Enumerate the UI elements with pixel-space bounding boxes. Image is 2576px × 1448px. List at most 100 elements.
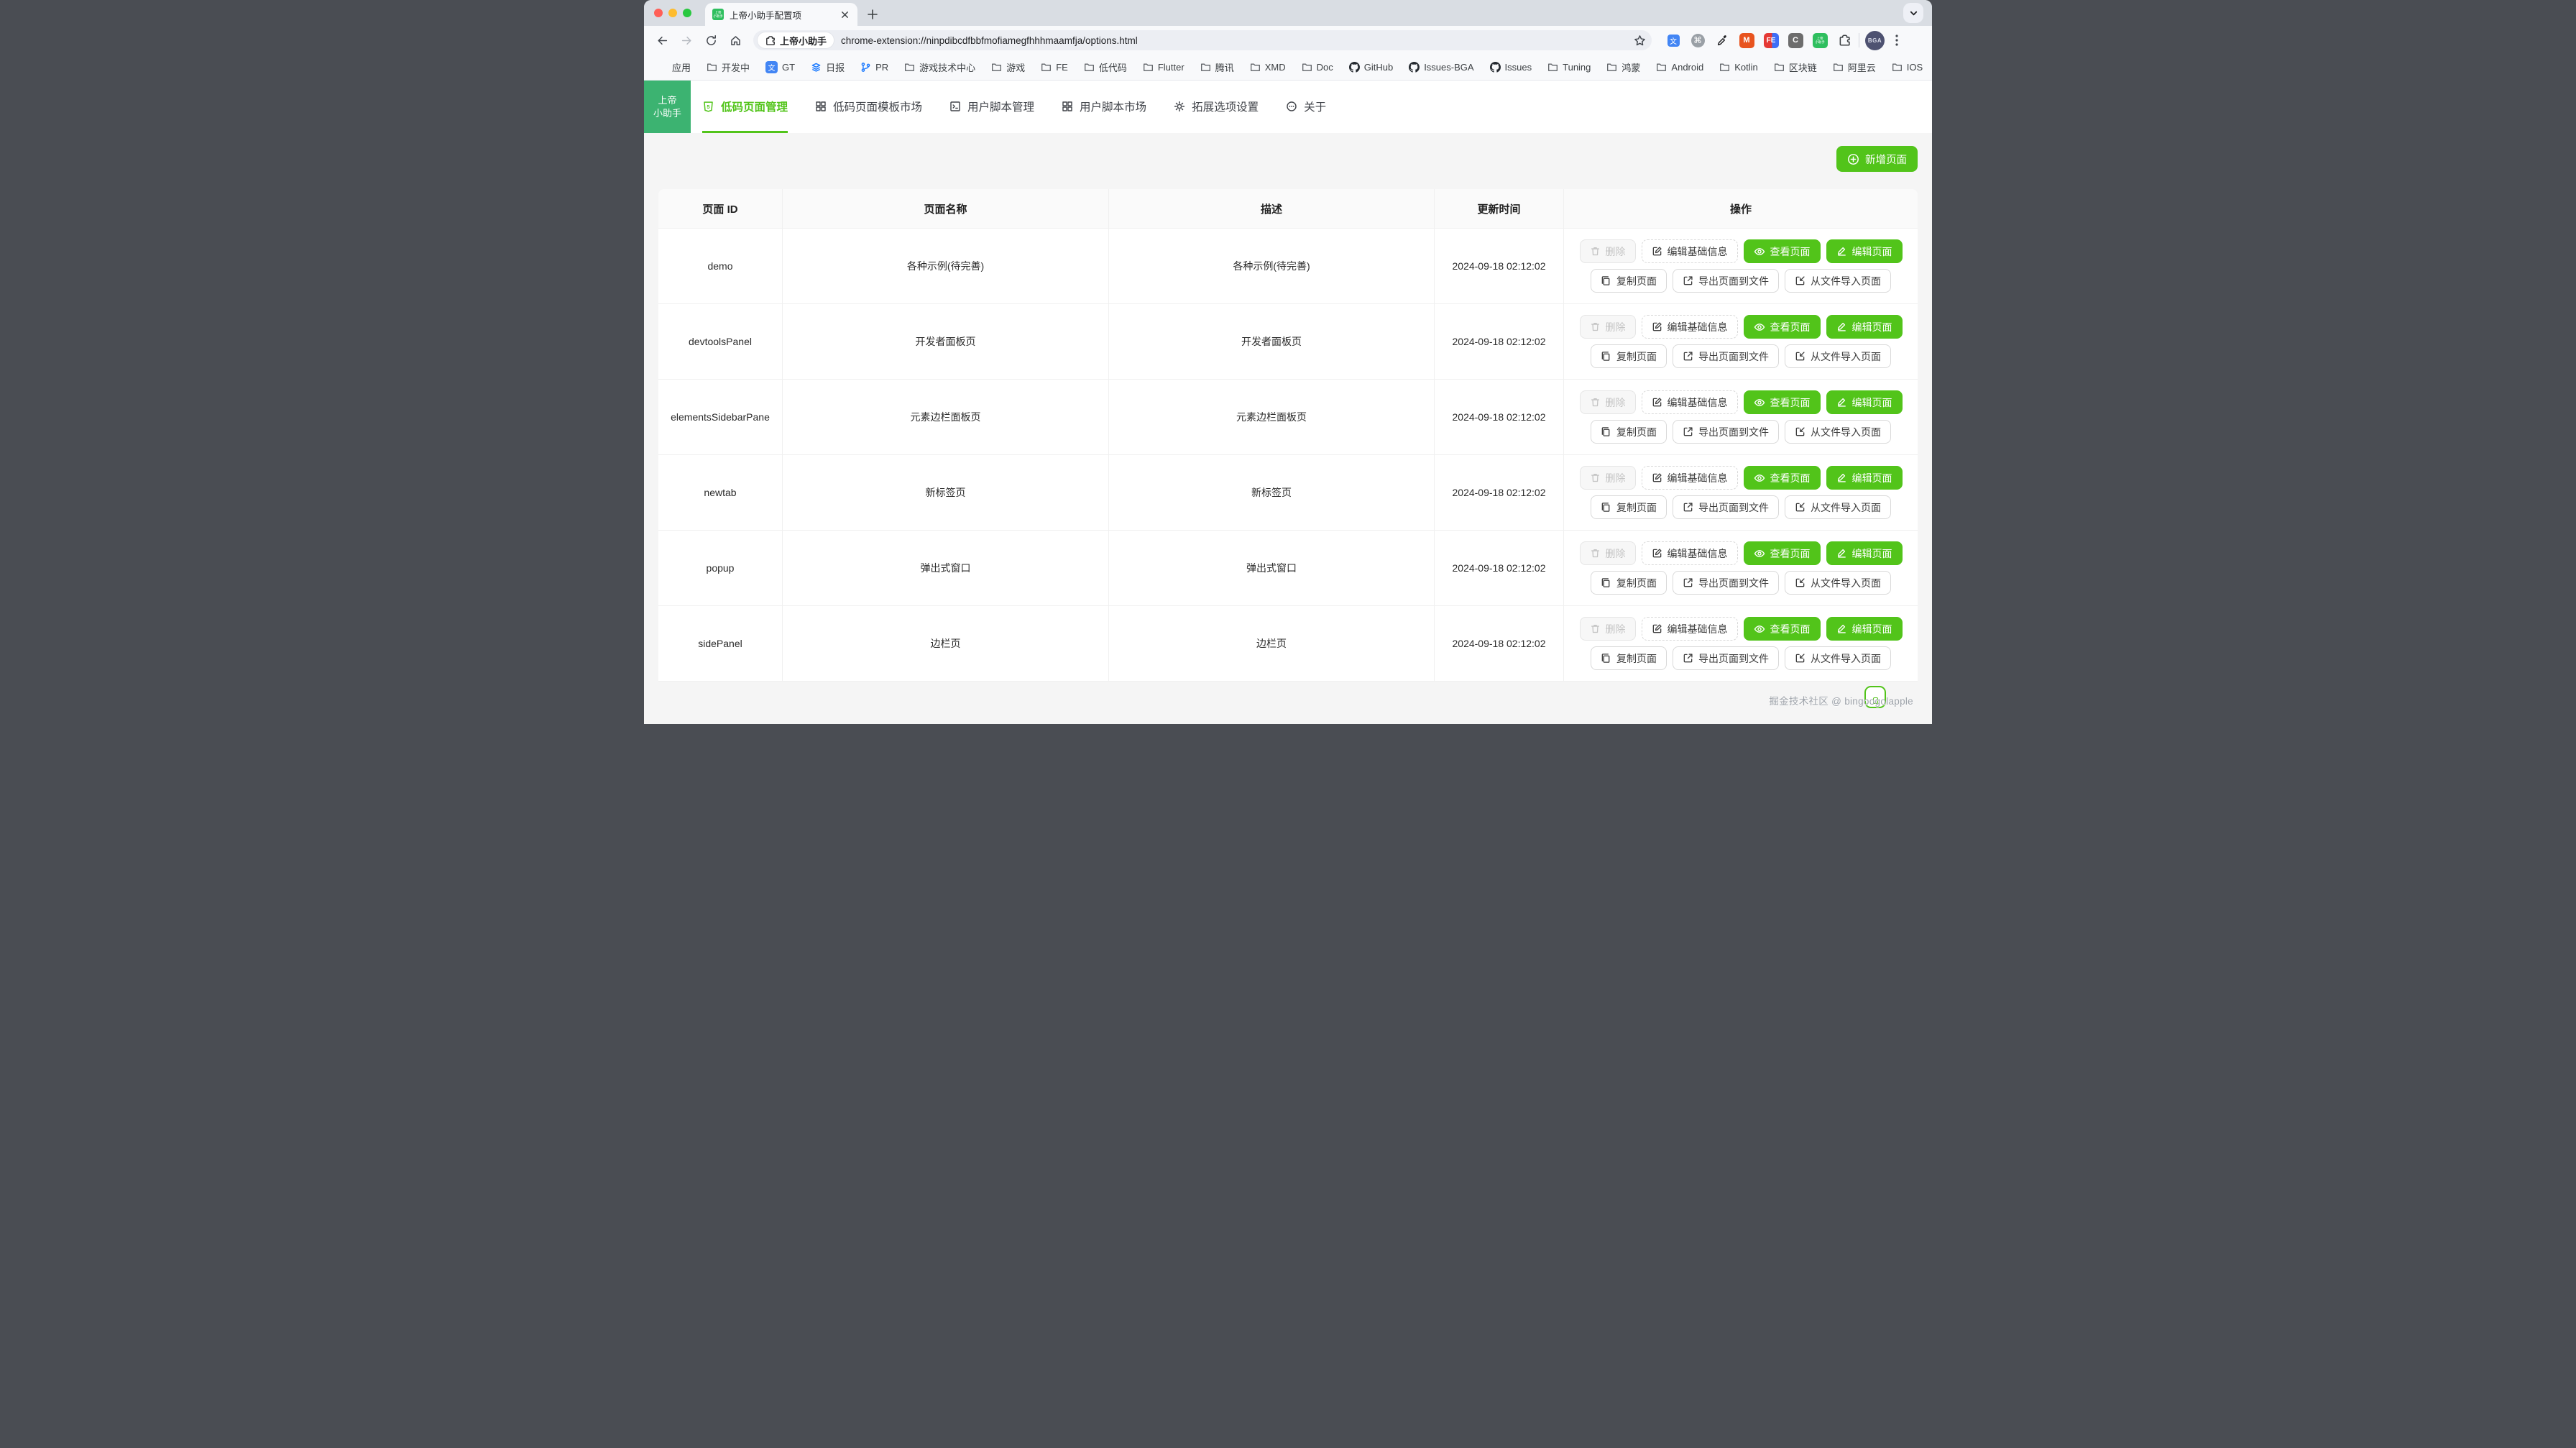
eyedropper-icon[interactable] (1714, 32, 1731, 49)
bookmark-item-游戏技术中心[interactable]: 游戏技术中心 (898, 58, 982, 77)
bookmark-item-腾讯[interactable]: 腾讯 (1194, 58, 1241, 77)
copy-page-button[interactable]: 复制页面 (1591, 420, 1667, 444)
bookmark-item-应用[interactable]: 应用 (653, 58, 697, 77)
bookmark-item-Tuning[interactable]: Tuning (1541, 59, 1597, 75)
edit-basic-info-button[interactable]: 编辑基础信息 (1642, 617, 1738, 641)
tab-拓展选项设置[interactable]: 拓展选项设置 (1174, 81, 1259, 133)
bookmark-item-鸿蒙[interactable]: 鸿蒙 (1600, 58, 1647, 77)
export-page-button[interactable]: 导出页面到文件 (1673, 420, 1779, 444)
import-page-button[interactable]: 从文件导入页面 (1785, 646, 1891, 670)
edit-page-button[interactable]: 编辑页面 (1826, 239, 1903, 263)
view-page-button[interactable]: 查看页面 (1744, 390, 1821, 414)
tab-用户脚本市场[interactable]: 用户脚本市场 (1062, 81, 1146, 133)
bookmark-item-Doc[interactable]: Doc (1295, 59, 1340, 75)
bookmark-item-Issues[interactable]: Issues (1484, 59, 1539, 75)
zoom-window-button[interactable] (683, 9, 691, 17)
view-page-button[interactable]: 查看页面 (1744, 239, 1821, 263)
address-bar[interactable]: 上帝小助手 chrome-extension://ninpdibcdfbbfmo… (753, 30, 1652, 50)
delete-button[interactable]: 删除 (1580, 239, 1636, 263)
bookmark-item-游戏[interactable]: 游戏 (985, 58, 1031, 77)
bookmark-item-Issues-BGA[interactable]: Issues-BGA (1402, 59, 1480, 75)
bookmark-item-GitHub[interactable]: GitHub (1343, 59, 1399, 75)
bookmark-item-开发中[interactable]: 开发中 (700, 58, 756, 77)
import-page-button[interactable]: 从文件导入页面 (1785, 269, 1891, 293)
bookmark-item-Kotlin[interactable]: Kotlin (1713, 59, 1765, 75)
edit-page-button[interactable]: 编辑页面 (1826, 541, 1903, 565)
export-page-button[interactable]: 导出页面到文件 (1673, 646, 1779, 670)
add-page-button[interactable]: 新增页面 (1836, 146, 1918, 172)
delete-button[interactable]: 删除 (1580, 541, 1636, 565)
import-page-button[interactable]: 从文件导入页面 (1785, 420, 1891, 444)
bookmark-item-Android[interactable]: Android (1650, 59, 1710, 75)
export-page-button[interactable]: 导出页面到文件 (1673, 495, 1779, 519)
bookmark-star-icon[interactable] (1630, 31, 1649, 50)
new-tab-button[interactable] (863, 5, 882, 24)
edit-basic-info-button[interactable]: 编辑基础信息 (1642, 541, 1738, 565)
pen-icon (1836, 321, 1847, 332)
edit-page-button[interactable]: 编辑页面 (1826, 390, 1903, 414)
view-page-button[interactable]: 查看页面 (1744, 466, 1821, 490)
gear-icon (1174, 101, 1185, 112)
edit-page-button[interactable]: 编辑页面 (1826, 315, 1903, 339)
bookmark-item-低代码[interactable]: 低代码 (1077, 58, 1133, 77)
import-page-button[interactable]: 从文件导入页面 (1785, 571, 1891, 595)
extension-name-chip[interactable]: 上帝小助手 (758, 32, 834, 48)
edit-basic-info-button[interactable]: 编辑基础信息 (1642, 390, 1738, 414)
bookmark-item-FE[interactable]: FE (1034, 59, 1075, 75)
delete-button[interactable]: 删除 (1580, 466, 1636, 490)
export-page-button[interactable]: 导出页面到文件 (1673, 571, 1779, 595)
clover-icon[interactable]: ⌘ (1689, 32, 1706, 49)
c-badge[interactable]: C (1787, 32, 1804, 49)
url-text[interactable]: chrome-extension://ninpdibcdfbbfmofiameg… (834, 35, 1630, 46)
copy-page-button[interactable]: 复制页面 (1591, 646, 1667, 670)
markdown-badge[interactable]: M (1738, 32, 1755, 49)
copy-page-button[interactable]: 复制页面 (1591, 269, 1667, 293)
forward-button[interactable] (676, 29, 697, 51)
import-page-button[interactable]: 从文件导入页面 (1785, 495, 1891, 519)
bookmark-item-PR[interactable]: PR (854, 59, 895, 75)
bookmark-item-Flutter[interactable]: Flutter (1136, 59, 1191, 75)
edit-page-button[interactable]: 编辑页面 (1826, 466, 1903, 490)
tab-低码页面模板市场[interactable]: 低码页面模板市场 (815, 81, 922, 133)
home-button[interactable] (724, 29, 746, 51)
delete-button[interactable]: 删除 (1580, 390, 1636, 414)
tab-关于[interactable]: 关于 (1286, 81, 1326, 133)
view-page-button[interactable]: 查看页面 (1744, 315, 1821, 339)
delete-button[interactable]: 删除 (1580, 315, 1636, 339)
edit-basic-info-button[interactable]: 编辑基础信息 (1642, 466, 1738, 490)
tab-close-icon[interactable] (839, 9, 850, 20)
reload-button[interactable] (700, 29, 722, 51)
copy-page-button[interactable]: 复制页面 (1591, 344, 1667, 368)
bookmark-label: 区块链 (1789, 60, 1817, 74)
tab-低码页面管理[interactable]: 5低码页面管理 (702, 81, 788, 133)
bookmark-item-日报[interactable]: 日报 (804, 58, 851, 77)
minimize-window-button[interactable] (668, 9, 677, 17)
close-window-button[interactable] (654, 9, 663, 17)
bookmark-item-IOS[interactable]: IOS (1885, 59, 1929, 75)
god-helper-badge[interactable]: 上帝小助手 (1811, 32, 1828, 49)
fe-badge[interactable]: FE (1762, 32, 1780, 49)
edit-page-button[interactable]: 编辑页面 (1826, 617, 1903, 641)
tab-search-button[interactable] (1903, 3, 1923, 23)
view-page-button[interactable]: 查看页面 (1744, 541, 1821, 565)
import-page-button[interactable]: 从文件导入页面 (1785, 344, 1891, 368)
view-page-button[interactable]: 查看页面 (1744, 617, 1821, 641)
browser-menu-icon[interactable] (1887, 31, 1906, 50)
export-page-button[interactable]: 导出页面到文件 (1673, 344, 1779, 368)
copy-page-button[interactable]: 复制页面 (1591, 495, 1667, 519)
translate-icon[interactable]: 文 (1665, 32, 1682, 49)
export-page-button[interactable]: 导出页面到文件 (1673, 269, 1779, 293)
browser-tab[interactable]: 上帝小助手 上帝小助手配置项 (705, 3, 857, 26)
bookmark-item-GT[interactable]: 文GT (759, 58, 801, 76)
bookmark-item-XMD[interactable]: XMD (1243, 59, 1292, 75)
tab-用户脚本管理[interactable]: 用户脚本管理 (949, 81, 1034, 133)
back-button[interactable] (651, 29, 673, 51)
bookmark-item-区块链[interactable]: 区块链 (1767, 58, 1823, 77)
bookmark-item-阿里云[interactable]: 阿里云 (1826, 58, 1882, 77)
edit-basic-info-button[interactable]: 编辑基础信息 (1642, 315, 1738, 339)
edit-basic-info-button[interactable]: 编辑基础信息 (1642, 239, 1738, 263)
delete-button[interactable]: 删除 (1580, 617, 1636, 641)
extensions-menu-button[interactable] (1836, 32, 1853, 49)
copy-page-button[interactable]: 复制页面 (1591, 571, 1667, 595)
profile-avatar[interactable]: BGA (1865, 31, 1885, 50)
